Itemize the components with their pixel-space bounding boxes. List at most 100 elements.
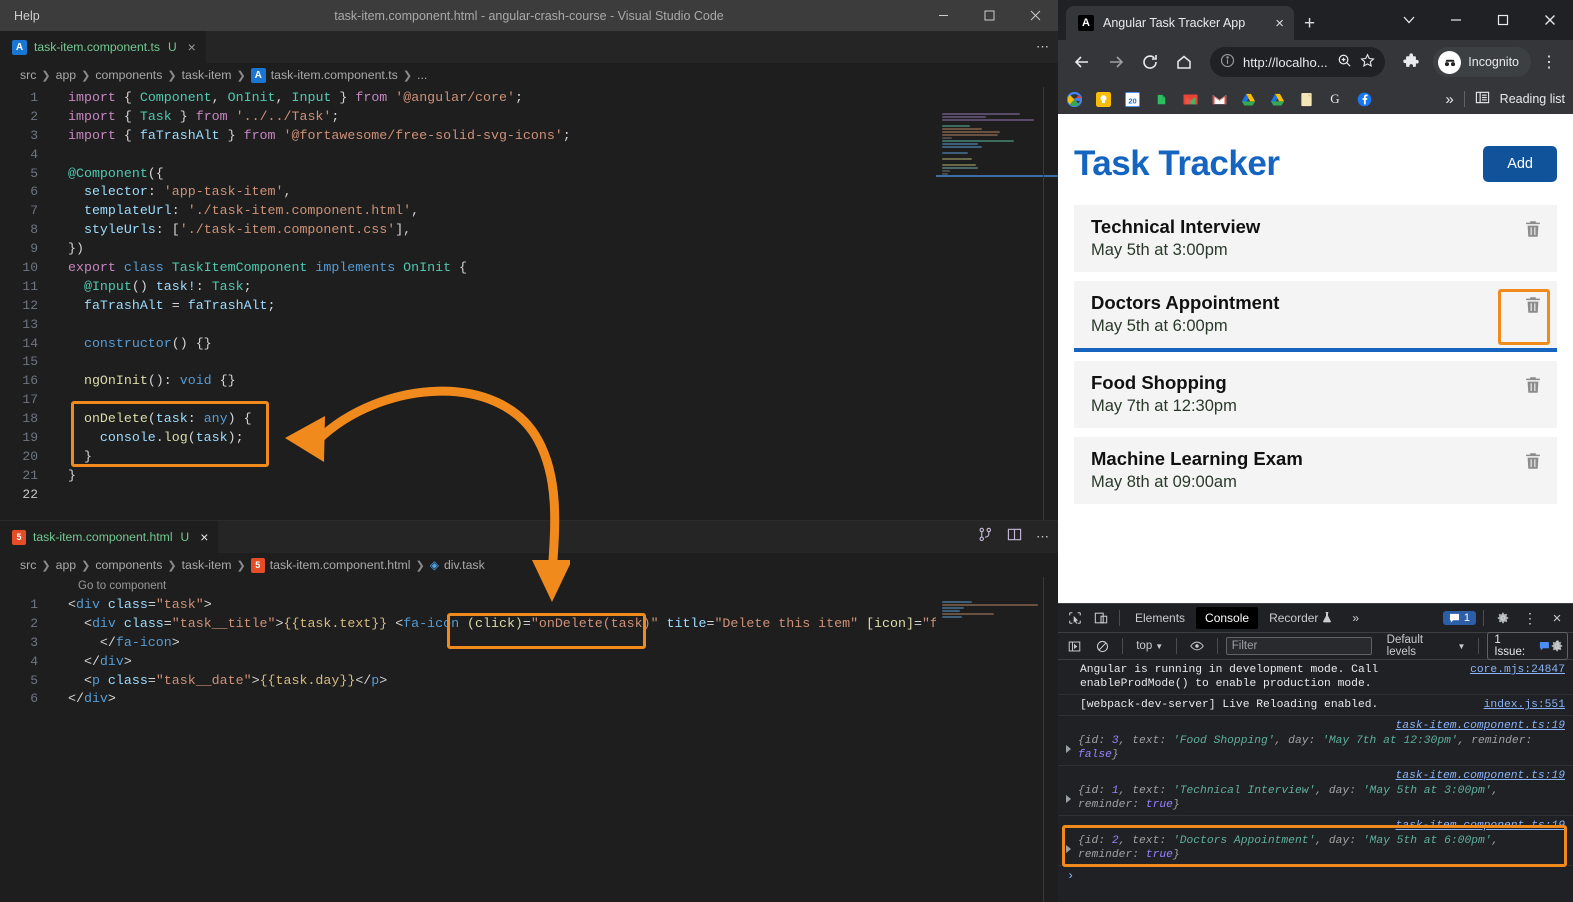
- incognito-profile-chip[interactable]: Incognito: [1433, 47, 1531, 77]
- star-icon[interactable]: [1360, 53, 1375, 71]
- chevron-down-icon: ▼: [1155, 641, 1164, 651]
- task-item[interactable]: Doctors Appointment May 5th at 6:00pm: [1074, 281, 1557, 352]
- live-expression-eye-icon[interactable]: [1185, 634, 1209, 658]
- drive-icon[interactable]: [1269, 91, 1285, 107]
- gmail-icon[interactable]: [1211, 91, 1227, 107]
- show-console-sidebar-icon[interactable]: [1063, 634, 1087, 658]
- source-link[interactable]: task-item.component.ts:19: [1078, 719, 1565, 733]
- forward-button[interactable]: [1100, 46, 1132, 78]
- message-count-badge[interactable]: 1: [1442, 611, 1476, 625]
- chrome-menu-icon[interactable]: ⋮: [1533, 46, 1565, 78]
- editor-scrollbar-top[interactable]: [1044, 87, 1058, 521]
- devtools-more-tabs-icon[interactable]: »: [1343, 607, 1368, 629]
- gear-icon[interactable]: [1491, 606, 1515, 630]
- code-line: 2 <div class="task__title">{{task.text}}…: [30, 615, 962, 631]
- task-item[interactable]: Technical Interview May 5th at 3:00pm: [1074, 205, 1557, 272]
- task-item[interactable]: Machine Learning Exam May 8th at 09:00am: [1074, 437, 1557, 504]
- breadcrumb-item[interactable]: app: [56, 558, 77, 572]
- breadcrumb-item[interactable]: div.task: [444, 558, 485, 572]
- more-actions-icon[interactable]: ⋯: [1036, 39, 1050, 55]
- close-tab-icon[interactable]: ×: [1273, 16, 1286, 31]
- reload-button[interactable]: [1134, 46, 1166, 78]
- calendar-icon[interactable]: 20: [1124, 91, 1140, 107]
- breadcrumb-item[interactable]: src: [20, 68, 36, 82]
- breadcrumb-item[interactable]: app: [56, 68, 77, 82]
- add-task-button[interactable]: Add: [1483, 146, 1557, 182]
- log-levels-select[interactable]: Default levels ▼: [1382, 633, 1471, 659]
- close-devtools-icon[interactable]: ×: [1545, 606, 1569, 630]
- breadcrumb-item[interactable]: task-item.component.html: [270, 558, 411, 572]
- delete-task-icon[interactable]: [1523, 451, 1543, 471]
- devtools-tab-recorder[interactable]: Recorder: [1260, 607, 1341, 630]
- maximize-icon[interactable]: [966, 0, 1012, 31]
- execution-context-select[interactable]: top ▼: [1131, 639, 1168, 653]
- code-editor-typescript[interactable]: 1 import { Component, OnInit, Input } fro…: [0, 87, 1058, 505]
- close-icon[interactable]: [1012, 0, 1058, 31]
- console-output[interactable]: core.mjs:24847 Angular is running in dev…: [1058, 660, 1573, 890]
- minimize-icon[interactable]: [1432, 0, 1479, 40]
- close-icon[interactable]: ×: [188, 40, 196, 54]
- bookmarks-overflow-icon[interactable]: »: [1445, 91, 1453, 108]
- delete-task-icon[interactable]: [1523, 295, 1543, 315]
- evernote-icon[interactable]: [1153, 91, 1169, 107]
- keep-icon[interactable]: [1095, 91, 1111, 107]
- search-plus-icon[interactable]: [1337, 53, 1352, 71]
- console-prompt[interactable]: ›: [1058, 866, 1573, 883]
- breadcrumb-item[interactable]: task-item: [182, 68, 232, 82]
- minimize-icon[interactable]: [920, 0, 966, 31]
- google-g-icon[interactable]: G: [1327, 91, 1343, 107]
- devtools-tab-elements[interactable]: Elements: [1126, 607, 1194, 629]
- reading-list-label[interactable]: Reading list: [1500, 92, 1565, 106]
- extensions-icon[interactable]: [1395, 46, 1427, 78]
- maximize-icon[interactable]: [1479, 0, 1526, 40]
- clear-console-icon[interactable]: [1091, 634, 1115, 658]
- address-bar[interactable]: http://localho...: [1210, 47, 1386, 77]
- reading-list-icon[interactable]: [1475, 90, 1490, 108]
- expand-triangle-icon[interactable]: [1066, 845, 1071, 853]
- tab-search-chevron-icon[interactable]: [1385, 0, 1432, 40]
- console-settings-gear-icon[interactable]: [1545, 634, 1569, 658]
- codelens-go-to-component[interactable]: Go to component: [0, 577, 1058, 596]
- vscode-menubar[interactable]: Help: [0, 9, 40, 23]
- console-filter-input[interactable]: Filter: [1225, 637, 1372, 655]
- source-control-icon[interactable]: [978, 527, 993, 547]
- angular-icon: A: [12, 39, 27, 55]
- source-link[interactable]: index.js:551: [1484, 698, 1565, 712]
- source-link[interactable]: task-item.component.ts:19: [1078, 769, 1565, 783]
- docs-icon[interactable]: [1298, 91, 1314, 107]
- browser-tab-angular-task-tracker[interactable]: A Angular Task Tracker App ×: [1066, 6, 1294, 40]
- gmail-icon[interactable]: [1182, 91, 1198, 107]
- delete-task-icon[interactable]: [1523, 219, 1543, 239]
- close-icon[interactable]: [1526, 0, 1573, 40]
- breadcrumb-item[interactable]: task-item: [182, 558, 232, 572]
- menu-item-help[interactable]: Help: [14, 9, 40, 23]
- close-icon[interactable]: ×: [200, 530, 208, 544]
- breadcrumb-item[interactable]: task-item.component.ts: [271, 68, 398, 82]
- devtools-tab-console[interactable]: Console: [1196, 607, 1259, 629]
- breadcrumb-item[interactable]: ...: [417, 68, 427, 82]
- site-info-icon[interactable]: [1220, 53, 1235, 71]
- expand-triangle-icon[interactable]: [1066, 795, 1071, 803]
- google-icon[interactable]: [1066, 91, 1082, 107]
- back-button[interactable]: [1066, 46, 1098, 78]
- tab-task-item-component-html[interactable]: 5 task-item.component.html U ×: [0, 521, 220, 553]
- task-item[interactable]: Food Shopping May 7th at 12:30pm: [1074, 361, 1557, 428]
- source-link[interactable]: task-item.component.ts:19: [1078, 819, 1565, 833]
- devtools-more-options-icon[interactable]: ⋮: [1518, 606, 1542, 630]
- device-toolbar-icon[interactable]: [1089, 606, 1113, 630]
- more-actions-icon[interactable]: ⋯: [1036, 529, 1050, 545]
- code-editor-html[interactable]: 1 <div class="task"> 2 <div class="task__…: [0, 596, 1058, 709]
- tab-task-item-component-ts[interactable]: A task-item.component.ts U ×: [0, 31, 207, 63]
- inspect-element-icon[interactable]: [1063, 606, 1087, 630]
- expand-triangle-icon[interactable]: [1066, 745, 1071, 753]
- home-button[interactable]: [1168, 46, 1200, 78]
- drive-icon[interactable]: [1240, 91, 1256, 107]
- facebook-icon[interactable]: [1356, 91, 1372, 107]
- new-tab-icon[interactable]: +: [1304, 14, 1315, 33]
- split-editor-icon[interactable]: [1007, 527, 1022, 547]
- source-link[interactable]: core.mjs:24847: [1470, 663, 1565, 677]
- breadcrumb-item[interactable]: components: [95, 68, 162, 82]
- breadcrumb-item[interactable]: components: [95, 558, 162, 572]
- breadcrumb-item[interactable]: src: [20, 558, 36, 572]
- delete-task-icon[interactable]: [1523, 375, 1543, 395]
